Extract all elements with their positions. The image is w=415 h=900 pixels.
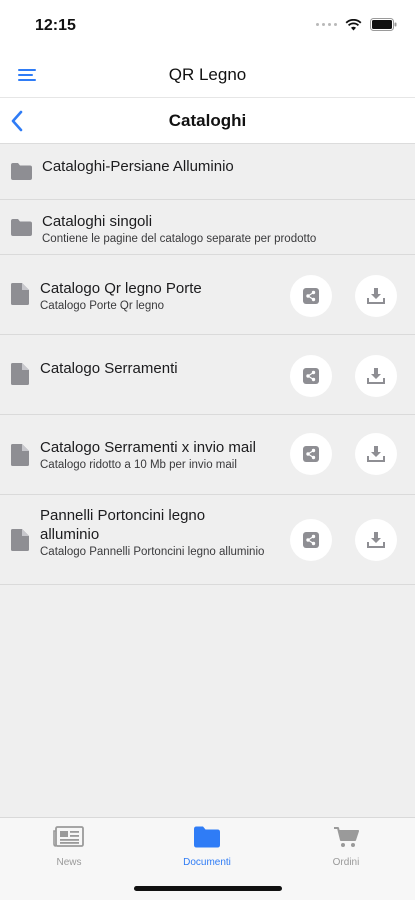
download-button[interactable] [355, 355, 397, 397]
status-time: 12:15 [35, 17, 76, 34]
download-icon [367, 288, 385, 304]
document-list: Cataloghi-Persiane Alluminio Cataloghi s… [0, 144, 415, 585]
list-item[interactable]: Cataloghi singoli Contiene le pagine del… [0, 200, 415, 255]
tab-news[interactable]: News [19, 826, 119, 868]
status-bar: 12:15 [0, 0, 415, 52]
download-button[interactable] [355, 519, 397, 561]
list-item[interactable]: Catalogo Serramenti x invio mail Catalog… [0, 415, 415, 495]
folder-icon [194, 826, 220, 848]
download-icon [367, 532, 385, 548]
folder-icon [11, 219, 32, 236]
newspaper-icon [53, 826, 84, 847]
document-icon [11, 529, 29, 551]
list-item[interactable]: Catalogo Serramenti [0, 335, 415, 415]
tab-label: Ordini [332, 857, 360, 868]
wifi-icon [345, 18, 362, 30]
share-icon [303, 368, 319, 384]
download-button[interactable] [355, 275, 397, 317]
home-indicator [134, 886, 282, 891]
download-icon [367, 368, 385, 384]
status-icons [316, 18, 397, 31]
share-icon [303, 446, 319, 462]
app-title: QR Legno [168, 65, 247, 84]
battery-icon [370, 18, 397, 31]
item-subtitle: Catalogo ridotto a 10 Mb per invio mail [40, 459, 237, 471]
document-icon [11, 283, 29, 305]
document-icon [11, 363, 29, 385]
item-subtitle: Catalogo Pannelli Portoncini legno allum… [40, 546, 265, 558]
list-item[interactable]: Pannelli Portoncini legno alluminio Cata… [0, 495, 415, 585]
item-subtitle: Contiene le pagine del catalogo separate… [42, 233, 317, 245]
page-title: Cataloghi [168, 111, 247, 130]
list-item[interactable]: Cataloghi-Persiane Alluminio [0, 144, 415, 200]
tab-label: Documenti [183, 857, 231, 868]
tab-documenti[interactable]: Documenti [157, 826, 257, 868]
item-title: Catalogo Qr legno Porte [40, 280, 202, 297]
cart-icon [334, 827, 359, 847]
folder-icon [11, 163, 32, 180]
item-title: Catalogo Serramenti x invio mail [40, 439, 256, 456]
share-button[interactable] [290, 433, 332, 475]
app-header: QR Legno [0, 52, 415, 98]
item-title: Cataloghi-Persiane Alluminio [42, 158, 234, 175]
tab-ordini[interactable]: Ordini [296, 826, 396, 868]
share-button[interactable] [290, 275, 332, 317]
item-title: Pannelli Portoncini legno alluminio [40, 507, 206, 543]
list-item[interactable]: Catalogo Qr legno Porte Catalogo Porte Q… [0, 255, 415, 335]
item-title: Cataloghi singoli [42, 213, 153, 230]
nav-bar: Cataloghi [0, 98, 415, 144]
share-icon [303, 288, 319, 304]
tab-label: News [56, 857, 82, 868]
share-button[interactable] [290, 355, 332, 397]
download-icon [367, 446, 385, 462]
item-title: Catalogo Serramenti [40, 360, 178, 377]
item-subtitle: Catalogo Porte Qr legno [40, 300, 165, 312]
download-button[interactable] [355, 433, 397, 475]
share-button[interactable] [290, 519, 332, 561]
share-icon [303, 532, 319, 548]
document-icon [11, 444, 29, 466]
signal-icon [316, 23, 337, 26]
